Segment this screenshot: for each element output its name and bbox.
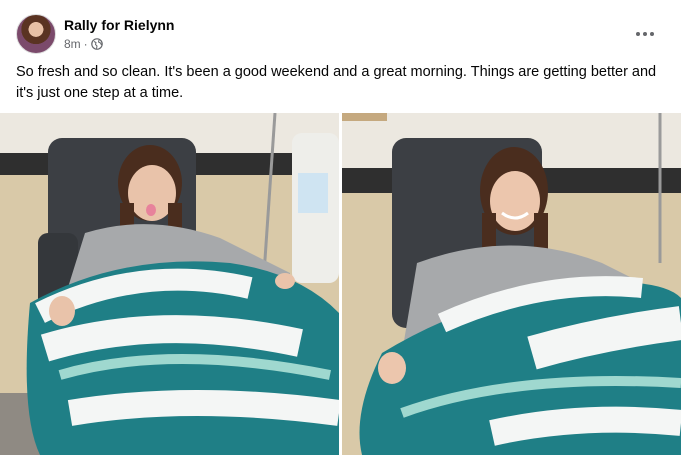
photo-left[interactable] (0, 113, 339, 455)
photo-girl-tongue-out-image (0, 113, 339, 455)
post-text: So fresh and so clean. It's been a good … (16, 64, 657, 101)
author-name[interactable]: Rally for Rielynn (64, 17, 174, 33)
more-options-icon[interactable] (633, 22, 657, 46)
facebook-post: Rally for Rielynn 8m · So fresh and so c… (0, 0, 681, 455)
photo-grid (0, 113, 681, 455)
author-avatar[interactable] (16, 14, 56, 54)
meta-separator: · (83, 37, 88, 51)
photo-right[interactable] (342, 113, 681, 455)
globe-icon[interactable] (90, 38, 103, 50)
post-meta: 8m · (64, 37, 103, 51)
post-header: Rally for Rielynn 8m · (16, 14, 665, 56)
post-timestamp[interactable]: 8m (64, 37, 81, 51)
photo-girl-smiling-image (342, 113, 681, 455)
